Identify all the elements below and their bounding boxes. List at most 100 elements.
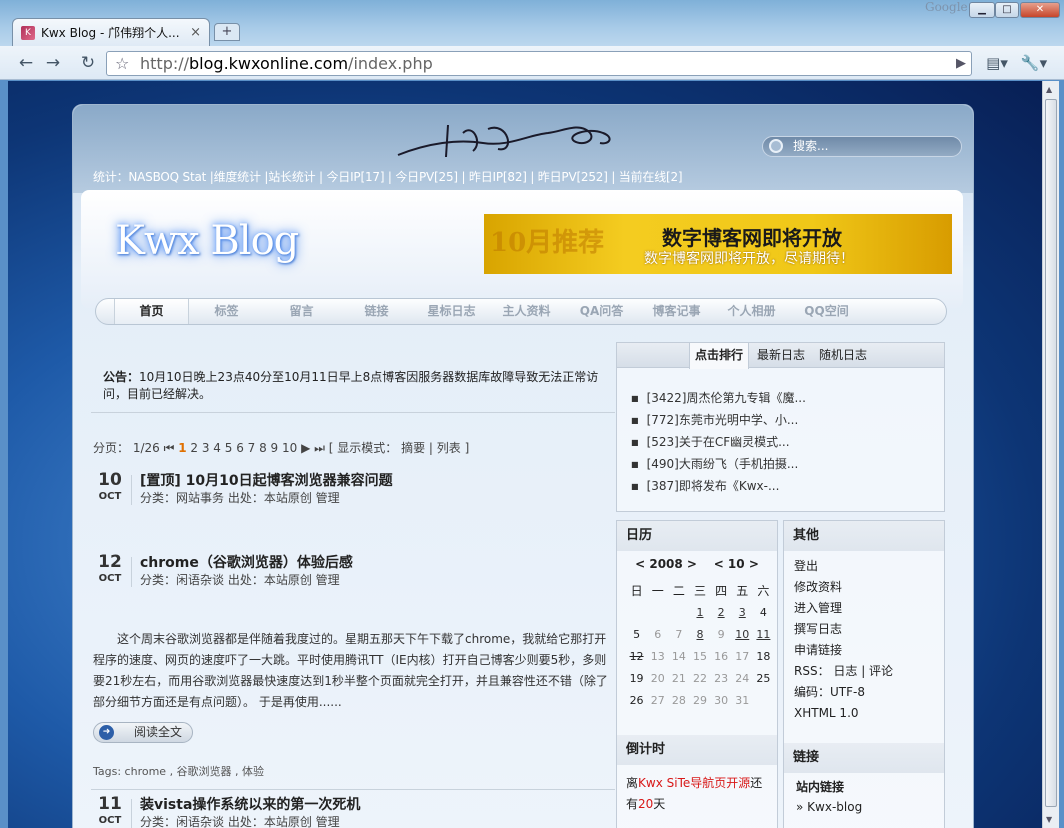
calendar-title: 日历: [617, 521, 777, 551]
browser-toolbar: ← → ↻ ☆ http://blog.kwxonline.com/index.…: [0, 46, 1064, 80]
maximize-button[interactable]: □: [995, 2, 1019, 18]
current-page: 1: [178, 441, 187, 455]
calendar-day: 7: [675, 627, 683, 641]
search-input[interactable]: 搜索...: [762, 136, 962, 157]
calendar-day: 9: [717, 627, 725, 641]
divider: [91, 789, 615, 790]
calendar-day[interactable]: 1: [689, 601, 710, 623]
calendar-year[interactable]: < 2008 >: [635, 557, 697, 571]
calendar-day[interactable]: 8: [689, 623, 710, 645]
address-bar[interactable]: ☆ http://blog.kwxonline.com/index.php ▶: [106, 51, 972, 76]
next-page-icon[interactable]: ▶: [301, 441, 310, 455]
post-date: 11 OCT: [93, 795, 127, 827]
calendar-day: 21: [671, 671, 686, 685]
list-item[interactable]: [490]大雨纷飞（手机拍摄...: [631, 454, 806, 476]
scroll-up-icon[interactable]: ▲: [1046, 85, 1052, 94]
banner-title: 数字博客网即将开放: [662, 226, 842, 250]
calendar-day: 4: [759, 605, 767, 619]
countdown-link[interactable]: Kwx SiTe导航页开源: [638, 776, 750, 790]
xhtml-badge[interactable]: XHTML 1.0: [794, 703, 934, 724]
calendar-day[interactable]: 3: [732, 601, 753, 623]
scrollbar-thumb[interactable]: [1045, 99, 1057, 807]
links-list: 站内链接 » Kwx-blog: [784, 773, 944, 821]
weekday: 五: [736, 583, 749, 598]
calendar-day: [626, 601, 647, 623]
post-title[interactable]: 装vista操作系统以来的第一次死机: [140, 794, 360, 814]
announcement-label: 公告：: [103, 370, 140, 384]
link-item[interactable]: » Kwx-blog: [796, 797, 932, 817]
calendar-day: 18: [756, 649, 771, 663]
calendar-month[interactable]: < 10 >: [714, 557, 759, 571]
post-title[interactable]: [置顶] 10月10日起博客浏览器兼容问题: [140, 470, 393, 490]
tab-random[interactable]: 随机日志: [814, 343, 872, 368]
page-menu-icon[interactable]: ▤▾: [982, 52, 1012, 74]
post-date: 10 OCT: [93, 471, 127, 503]
page-links[interactable]: 2 3 4 5 6 7 8 9 10: [187, 441, 302, 455]
tab-hot[interactable]: 点击排行: [689, 343, 750, 369]
calendar-day: 28: [671, 693, 686, 707]
read-more-button[interactable]: ➜ 阅读全文: [93, 722, 193, 743]
post-excerpt: 这个周末谷歌浏览器都是伴随着我度过的。星期五那天下午下载了chrome，我就给它…: [93, 632, 608, 709]
announcement-text: 10月10日晚上23点40分至10月11日早上8点博客因服务器数据库故障导致无法…: [103, 370, 599, 401]
wrench-menu-icon[interactable]: 🔧▾: [1018, 52, 1050, 74]
list-item[interactable]: [3422]周杰伦第九专辑《魔...: [631, 388, 806, 410]
display-mode[interactable]: [ 显示模式： 摘要 | 列表 ]: [325, 441, 469, 455]
nav-qzone[interactable]: QQ空间: [789, 299, 864, 324]
forward-icon[interactable]: →: [41, 52, 65, 74]
post-month: OCT: [98, 573, 122, 584]
back-icon[interactable]: ←: [14, 52, 38, 74]
calendar-nav: < 2008 > < 10 >: [617, 557, 777, 571]
promo-banner[interactable]: 10月推荐 数字博客网即将开放 数字博客网即将开放，尽请期待！: [484, 214, 952, 274]
close-window-button[interactable]: ✕: [1020, 2, 1060, 18]
calendar-day: 17: [735, 649, 750, 663]
browser-tab[interactable]: K Kwx Blog - 邝伟翔个人... ×: [12, 18, 210, 46]
go-icon[interactable]: ▶: [956, 52, 966, 75]
nav-album[interactable]: 个人相册: [714, 299, 789, 324]
calendar-day[interactable]: 2: [711, 601, 732, 623]
blog-logo[interactable]: Kwx Blog: [115, 218, 299, 264]
hot-list: [3422]周杰伦第九专辑《魔... [772]东莞市光明中学、小... [52…: [631, 388, 806, 498]
new-tab-button[interactable]: +: [214, 23, 240, 41]
nav-home[interactable]: 首页: [114, 299, 189, 324]
calendar-day: [753, 689, 774, 711]
tab-close-icon[interactable]: ×: [190, 25, 201, 40]
calendar-day: 14: [671, 649, 686, 663]
page-scrollbar[interactable]: ▲ ▼: [1042, 81, 1059, 828]
nav-notes[interactable]: 博客记事: [639, 299, 714, 324]
calendar-day[interactable]: 10: [732, 623, 753, 645]
list-item[interactable]: [772]东莞市光明中学、小...: [631, 410, 806, 432]
bookmark-star-icon[interactable]: ☆: [115, 52, 129, 75]
rss-links[interactable]: RSS： 日志 | 评论: [794, 661, 934, 682]
write-post-link[interactable]: 撰写日志: [794, 619, 934, 640]
edit-profile-link[interactable]: 修改资料: [794, 577, 934, 598]
main-nav: 首页 标签 留言 链接 星标日志 主人资料 QA问答 博客记事 个人相册 QQ空…: [95, 298, 947, 325]
links-section: 链接 站内链接 » Kwx-blog: [784, 743, 944, 821]
last-page-icon[interactable]: ⏭: [314, 441, 325, 455]
nav-qa[interactable]: QA问答: [564, 299, 639, 324]
nav-starred[interactable]: 星标日志: [414, 299, 489, 324]
nav-tags[interactable]: 标签: [189, 299, 264, 324]
logout-link[interactable]: 登出: [794, 556, 934, 577]
web-page: 搜索... 统计：NASBOQ Stat |维度统计 |站长统计 | 今日IP[…: [8, 81, 1042, 828]
calendar-day: 20: [650, 671, 665, 685]
tab-latest[interactable]: 最新日志: [752, 343, 810, 368]
header-top: 搜索... 统计：NASBOQ Stat |维度统计 |站长统计 | 今日IP[…: [73, 105, 973, 193]
post-title[interactable]: chrome（谷歌浏览器）体验后感: [140, 552, 353, 572]
scroll-down-icon[interactable]: ▼: [1046, 815, 1052, 824]
admin-link[interactable]: 进入管理: [794, 598, 934, 619]
reload-icon[interactable]: ↻: [76, 52, 100, 74]
post-meta: 分类：网站事务 出处：本站原创 管理: [140, 491, 340, 505]
banner-bg-text: 10月推荐: [490, 228, 605, 258]
nav-links[interactable]: 链接: [339, 299, 414, 324]
nav-profile[interactable]: 主人资料: [489, 299, 564, 324]
list-item[interactable]: [387]即将发布《Kwx-...: [631, 476, 806, 498]
countdown-title: 倒计时: [617, 735, 777, 765]
calendar-day[interactable]: 11: [753, 623, 774, 645]
calendar-day: 22: [692, 671, 707, 685]
minimize-button[interactable]: ▁: [969, 2, 995, 18]
first-page-icon[interactable]: ⏮: [164, 441, 175, 455]
nav-guestbook[interactable]: 留言: [264, 299, 339, 324]
list-item[interactable]: [523]关于在CF幽灵模式...: [631, 432, 806, 454]
post-tags[interactable]: Tags: chrome , 谷歌浏览器 , 体验: [93, 763, 264, 779]
apply-link-link[interactable]: 申请链接: [794, 640, 934, 661]
